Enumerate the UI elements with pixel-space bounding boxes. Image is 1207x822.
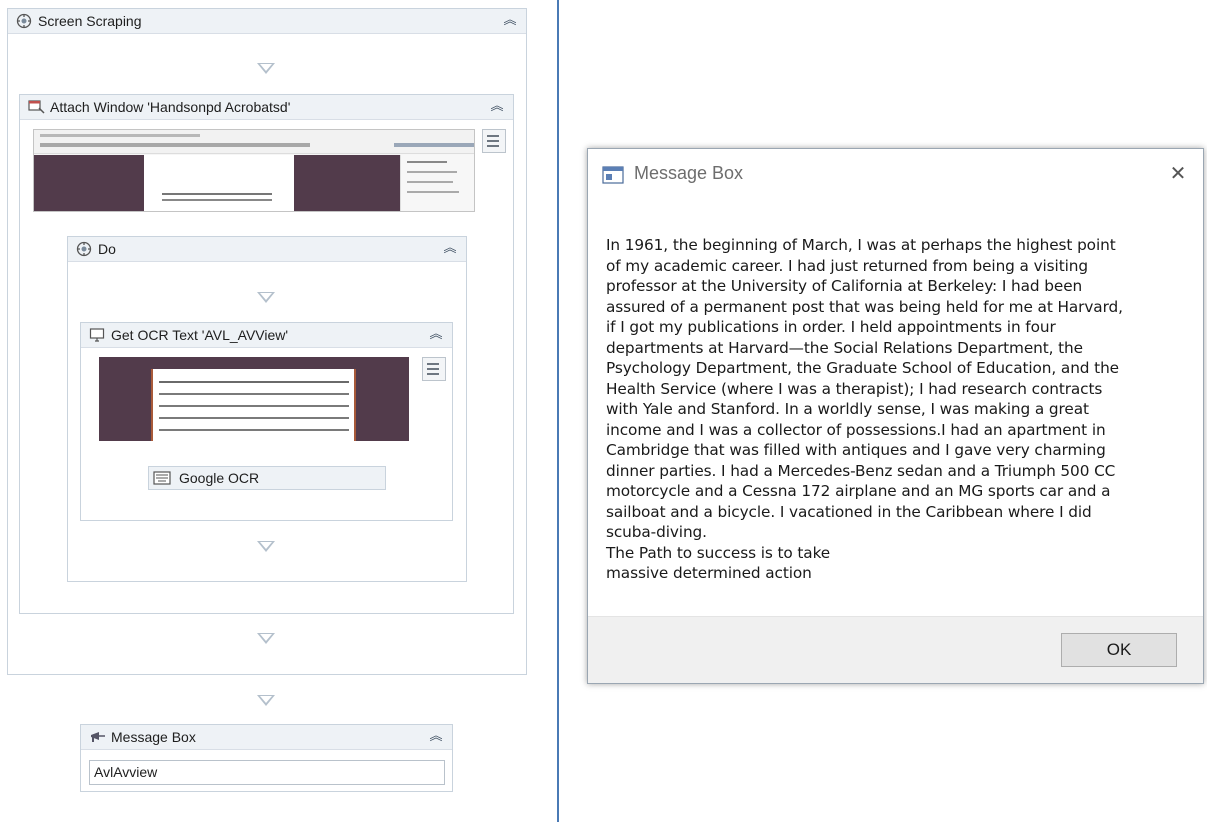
- drop-arrow-icon: [257, 63, 275, 74]
- screen-scraping-icon: [16, 13, 32, 29]
- drop-arrow-icon: [257, 633, 275, 644]
- do-header[interactable]: Do ︽: [68, 237, 466, 262]
- collapse-chevron-icon[interactable]: ︽: [442, 239, 458, 259]
- get-ocr-text-header[interactable]: Get OCR Text 'AVL_AVView' ︽: [81, 323, 452, 348]
- ocr-preview-image: [99, 357, 409, 441]
- dialog-title: Message Box: [634, 163, 744, 183]
- collapse-chevron-icon[interactable]: ︽: [428, 325, 444, 345]
- attach-window-menu-icon[interactable]: [482, 129, 506, 153]
- attach-window-icon: [28, 99, 45, 115]
- google-ocr-label: Google OCR: [179, 470, 260, 486]
- ok-button[interactable]: OK: [1061, 633, 1177, 667]
- keyboard-icon: [153, 470, 171, 486]
- ocr-menu-icon[interactable]: [422, 357, 446, 381]
- collapse-chevron-icon[interactable]: ︽: [428, 727, 444, 747]
- ocr-monitor-icon: [89, 327, 105, 343]
- screen-scraping-title: Screen Scraping: [38, 13, 142, 29]
- message-box-pin-icon: [89, 729, 105, 745]
- do-sequence-icon: [76, 241, 92, 257]
- collapse-chevron-icon[interactable]: ︽: [502, 11, 518, 31]
- get-ocr-text-title: Get OCR Text 'AVL_AVView': [111, 327, 289, 343]
- close-icon[interactable]: ✕: [1166, 161, 1190, 185]
- message-box-title: Message Box: [111, 729, 196, 745]
- dialog-footer: OK: [588, 616, 1203, 683]
- message-box-dialog: Message Box ✕ In 1961, the beginning of …: [587, 148, 1204, 684]
- attach-window-title: Attach Window 'Handsonpd Acrobatsd': [50, 99, 291, 115]
- collapse-chevron-icon[interactable]: ︽: [489, 97, 505, 117]
- drop-arrow-icon: [257, 695, 275, 706]
- panel-divider: [557, 0, 559, 822]
- attach-window-header[interactable]: Attach Window 'Handsonpd Acrobatsd' ︽: [20, 95, 513, 120]
- google-ocr-engine[interactable]: Google OCR: [148, 466, 386, 490]
- message-box-header[interactable]: Message Box ︽: [81, 725, 452, 750]
- window-preview-image: [33, 129, 475, 212]
- drop-arrow-icon: [257, 292, 275, 303]
- screen-scraping-header[interactable]: Screen Scraping ︽: [8, 9, 526, 34]
- drop-arrow-icon: [257, 541, 275, 552]
- dialog-app-icon: [602, 166, 624, 184]
- do-title: Do: [98, 241, 116, 257]
- message-box-text-input[interactable]: AvlAvview: [89, 760, 445, 785]
- dialog-message-text: In 1961, the beginning of March, I was a…: [606, 236, 1123, 582]
- get-ocr-text-activity[interactable]: Get OCR Text 'AVL_AVView' ︽ Google OCR: [80, 322, 453, 521]
- message-box-activity[interactable]: Message Box ︽ AvlAvview: [80, 724, 453, 792]
